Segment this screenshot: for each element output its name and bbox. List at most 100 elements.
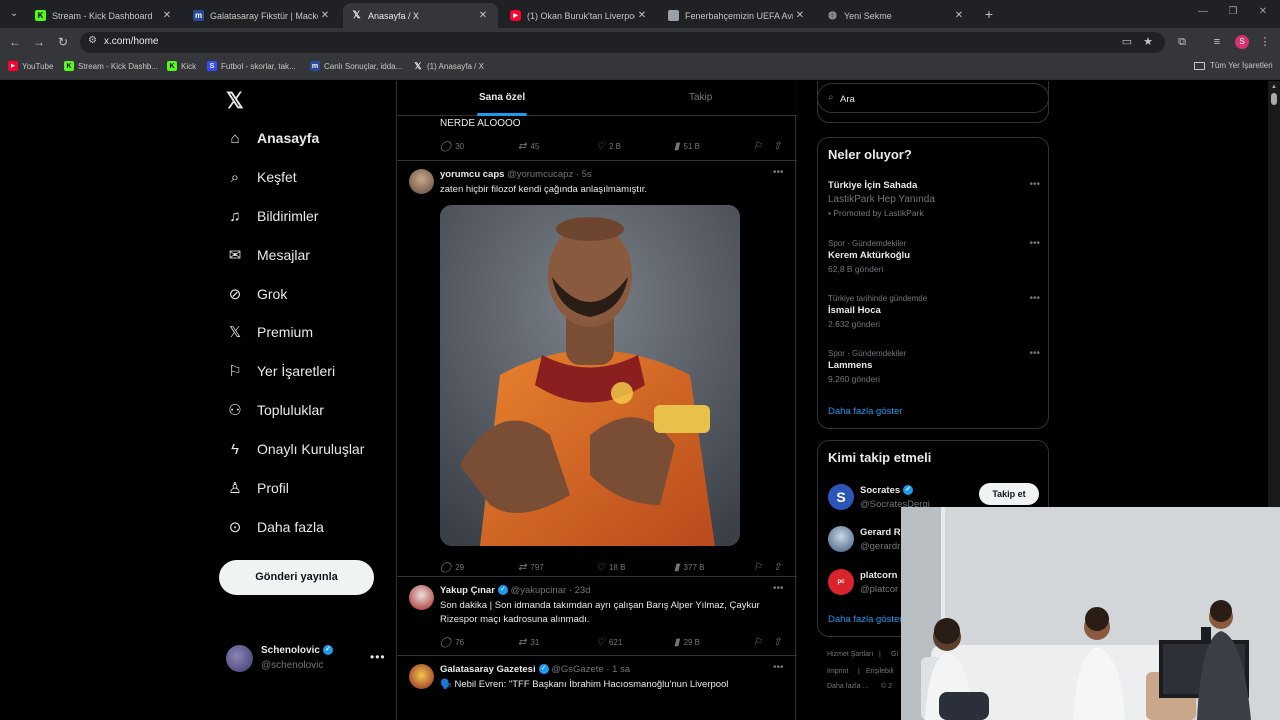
more-dots-icon[interactable]: ••• bbox=[1029, 238, 1040, 249]
bookmark-kick[interactable]: K Kick bbox=[167, 61, 196, 71]
scroll-up-icon[interactable]: ▲ bbox=[1271, 84, 1277, 90]
avatar[interactable]: pc bbox=[828, 569, 854, 595]
reading-list-icon[interactable]: ≡ bbox=[1210, 35, 1224, 49]
reply-button[interactable]: ◯ 29 bbox=[440, 562, 464, 573]
more-dots-icon[interactable]: ••• bbox=[370, 650, 386, 664]
repost-button[interactable]: ⇄ 31 bbox=[518, 637, 539, 648]
bookmark-star-icon[interactable]: ★ bbox=[1141, 35, 1155, 49]
reload-icon[interactable]: ↻ bbox=[56, 35, 70, 49]
more-dots-icon[interactable]: ••• bbox=[1029, 293, 1040, 304]
nav-explore[interactable]: ⌕ Keşfet bbox=[226, 164, 297, 190]
more-dots-icon[interactable]: ••• bbox=[773, 583, 784, 594]
more-dots-icon[interactable]: ••• bbox=[1029, 179, 1040, 190]
avatar[interactable] bbox=[409, 585, 434, 610]
bookmark-button[interactable]: ⚐ bbox=[753, 637, 766, 648]
tweet-author[interactable]: Yakup Çınar bbox=[440, 585, 495, 596]
nav-messages[interactable]: ✉ Mesajlar bbox=[226, 242, 310, 268]
views-button[interactable]: ▮ 29 B bbox=[674, 637, 700, 648]
cast-icon[interactable]: ▭ bbox=[1120, 35, 1134, 49]
bookmark-youtube[interactable]: ▶ YouTube bbox=[8, 61, 53, 71]
nav-notifications[interactable]: ♫ Bildirimler bbox=[226, 203, 318, 229]
like-button[interactable]: ♡ 2 B bbox=[596, 141, 621, 152]
back-arrow-icon[interactable]: ← bbox=[8, 35, 22, 49]
tab-fenerbahce-news[interactable]: Fenerbahçemizin UEFA Avrupa ✕ bbox=[660, 3, 815, 28]
account-switcher[interactable]: Schenolovic ✓ @schenolovic ••• bbox=[226, 642, 396, 682]
share-button[interactable]: ⇧ bbox=[773, 562, 785, 573]
tweet-author[interactable]: yorumcu caps bbox=[440, 169, 504, 180]
views-button[interactable]: ▮ 51 B bbox=[674, 141, 700, 152]
search-box[interactable]: ⌕ Ara bbox=[817, 83, 1049, 113]
window-close-icon[interactable]: ✕ bbox=[1256, 6, 1270, 17]
nav-communities[interactable]: ⚇ Topluluklar bbox=[226, 397, 324, 423]
tweet[interactable]: Galatasaray Gazetesi ✓ @GsGazete · 1 sa •… bbox=[397, 655, 797, 720]
trend-item[interactable]: Spor · Gündemdekiler Lammens 9.260 gönde… bbox=[828, 348, 1040, 386]
tweet-author[interactable]: Galatasaray Gazetesi bbox=[440, 664, 536, 675]
nav-bookmarks[interactable]: ⚐ Yer İşaretleri bbox=[226, 358, 335, 384]
site-info-icon[interactable]: ⚙ bbox=[88, 35, 97, 46]
avatar[interactable] bbox=[409, 664, 434, 689]
tweet-media-image[interactable] bbox=[440, 205, 740, 546]
nav-verified-orgs[interactable]: ϟ Onaylı Kuruluşlar bbox=[226, 436, 364, 462]
footer-link[interactable]: Daha fazla ... bbox=[827, 683, 868, 690]
share-button[interactable]: ⇧ bbox=[773, 141, 785, 152]
close-tab-icon[interactable]: ✕ bbox=[160, 10, 174, 21]
footer-link[interactable]: Imprint bbox=[827, 668, 848, 675]
extensions-icon[interactable]: ⧉ bbox=[1175, 35, 1189, 49]
repost-button[interactable]: ⇄ 797 bbox=[518, 562, 544, 573]
bookmark-sofascore[interactable]: S Futbol - skorlar, tak... bbox=[207, 61, 296, 71]
like-button[interactable]: ♡ 18 B bbox=[596, 562, 625, 573]
tab-kick-dashboard[interactable]: K Stream - Kick Dashboard ✕ bbox=[27, 3, 182, 28]
tab-new-tab[interactable]: ◍ Yeni Sekme ✕ bbox=[819, 3, 974, 28]
more-dots-icon[interactable]: ••• bbox=[1029, 348, 1040, 359]
nav-more[interactable]: ⊙ Daha fazla bbox=[226, 514, 324, 540]
tweet-time[interactable]: 1 sa bbox=[612, 664, 630, 675]
nav-premium[interactable]: 𝕏 Premium bbox=[226, 319, 313, 345]
more-dots-icon[interactable]: ••• bbox=[773, 167, 784, 178]
nav-home[interactable]: ⌂ Anasayfa bbox=[226, 125, 319, 151]
x-logo-icon[interactable]: 𝕏 bbox=[226, 88, 244, 114]
tweet[interactable]: yorumcu caps @yorumcucapz · 5s ••• zaten… bbox=[397, 160, 797, 576]
close-tab-icon[interactable]: ✕ bbox=[793, 10, 807, 21]
trend-item[interactable]: Türkiye tarihinde gündemde İsmail Hoca 2… bbox=[828, 293, 1040, 331]
show-more-link[interactable]: Daha fazla göster bbox=[828, 614, 902, 625]
show-more-link[interactable]: Daha fazla göster bbox=[828, 406, 902, 417]
avatar[interactable]: S bbox=[828, 484, 854, 510]
nav-profile[interactable]: ♙ Profil bbox=[226, 475, 289, 501]
share-button[interactable]: ⇧ bbox=[773, 637, 785, 648]
like-button[interactable]: ♡ 621 bbox=[596, 637, 622, 648]
bookmark-button[interactable]: ⚐ bbox=[753, 141, 766, 152]
tab-for-you[interactable]: Sana özel bbox=[479, 92, 525, 103]
bookmark-x-home[interactable]: 𝕏 (1) Anasayfa / X bbox=[413, 61, 484, 71]
footer-link[interactable]: Gi bbox=[891, 651, 898, 658]
all-bookmarks[interactable]: Tüm Yer İşaretleri bbox=[1194, 61, 1273, 70]
views-button[interactable]: ▮ 377 B bbox=[674, 562, 704, 573]
bookmark-kick-dashboard[interactable]: K Stream - Kick Dashb... bbox=[64, 61, 158, 71]
bookmark-button[interactable]: ⚐ bbox=[753, 562, 766, 573]
tab-mackolik[interactable]: m Galatasaray Fikstür | Mackolik.c ✕ bbox=[185, 3, 340, 28]
promoted-trend[interactable]: Türkiye İçin Sahada LastikPark Hep Yanın… bbox=[828, 179, 1040, 220]
chrome-menu-icon[interactable]: ⋮ bbox=[1258, 35, 1272, 49]
more-dots-icon[interactable]: ••• bbox=[773, 662, 784, 673]
forward-arrow-icon[interactable]: → bbox=[32, 35, 46, 49]
tab-following[interactable]: Takip bbox=[689, 92, 712, 103]
profile-avatar[interactable]: S bbox=[1235, 35, 1249, 49]
avatar[interactable] bbox=[828, 526, 854, 552]
close-tab-icon[interactable]: ✕ bbox=[318, 10, 332, 21]
reply-button[interactable]: ◯ 76 bbox=[440, 637, 464, 648]
close-tab-icon[interactable]: ✕ bbox=[476, 10, 490, 21]
bookmark-mackolik[interactable]: m Canlı Sonuçlar, idda... bbox=[310, 61, 402, 71]
tab-x-home[interactable]: 𝕏 Anasayfa / X ✕ bbox=[343, 3, 498, 28]
footer-link[interactable]: Hizmet Şartları bbox=[827, 651, 873, 658]
close-tab-icon[interactable]: ✕ bbox=[952, 10, 966, 21]
close-tab-icon[interactable]: ✕ bbox=[635, 10, 649, 21]
trend-item[interactable]: Spor · Gündemdekiler Kerem Aktürkoğlu 62… bbox=[828, 238, 1040, 276]
tab-search-chevron-icon[interactable]: ⌄ bbox=[6, 6, 22, 22]
post-button[interactable]: Gönderi yayınla bbox=[219, 560, 374, 595]
minimize-icon[interactable]: — bbox=[1196, 6, 1210, 17]
avatar[interactable] bbox=[409, 169, 434, 194]
follow-button[interactable]: Takip et bbox=[979, 483, 1039, 505]
search-input[interactable]: Ara bbox=[840, 94, 855, 105]
maximize-icon[interactable]: ❐ bbox=[1226, 6, 1240, 17]
new-tab-plus-icon[interactable]: + bbox=[981, 6, 997, 22]
tweet[interactable]: Yakup Çınar ✓ @yakupcinar · 23d ••• Son d… bbox=[397, 576, 797, 655]
